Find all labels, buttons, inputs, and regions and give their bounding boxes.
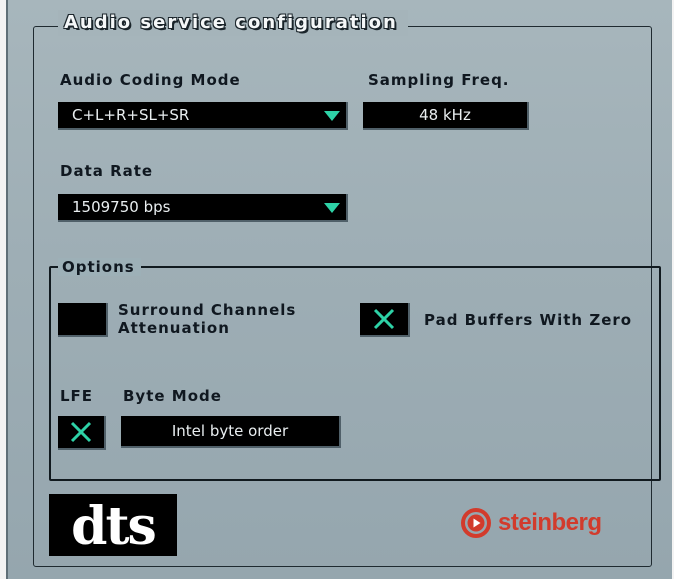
- steinberg-logo: steinberg: [460, 507, 602, 539]
- audio-coding-mode-value: C+L+R+SL+SR: [72, 106, 190, 124]
- dts-logo: dts: [49, 494, 177, 557]
- sampling-freq-value: 48 kHz: [419, 106, 471, 124]
- audio-coding-mode-label: Audio Coding Mode: [60, 71, 241, 89]
- options-group: [49, 266, 661, 481]
- dropdown-arrow-icon: [324, 203, 340, 213]
- group-title: Audio service configuration: [58, 10, 408, 36]
- pad-buffers-checkbox[interactable]: [360, 303, 410, 337]
- check-x-icon: [373, 308, 395, 330]
- surround-attenuation-label-line1: Surround Channels: [118, 301, 297, 319]
- audio-coding-mode-dropdown[interactable]: C+L+R+SL+SR: [58, 102, 348, 130]
- dts-logo-text: dts: [71, 496, 155, 556]
- lfe-label: LFE: [60, 387, 94, 405]
- lfe-checkbox[interactable]: [58, 416, 106, 450]
- sampling-freq-label: Sampling Freq.: [368, 71, 510, 89]
- dropdown-arrow-icon: [324, 111, 340, 121]
- steinberg-wordmark: steinberg: [498, 509, 602, 536]
- data-rate-label: Data Rate: [60, 162, 154, 180]
- byte-mode-label: Byte Mode: [123, 387, 222, 405]
- pad-buffers-label: Pad Buffers With Zero: [424, 311, 633, 329]
- data-rate-dropdown[interactable]: 1509750 bps: [58, 194, 348, 222]
- surround-attenuation-checkbox[interactable]: [58, 303, 108, 337]
- surround-attenuation-label-line2: Attenuation: [118, 319, 230, 337]
- byte-mode-display[interactable]: Intel byte order: [121, 416, 341, 448]
- byte-mode-value: Intel byte order: [171, 422, 289, 440]
- steinberg-play-icon: [461, 508, 491, 538]
- options-title: Options: [58, 258, 141, 276]
- check-x-icon: [70, 421, 92, 443]
- data-rate-value: 1509750 bps: [72, 198, 171, 216]
- sampling-freq-display: 48 kHz: [363, 102, 529, 130]
